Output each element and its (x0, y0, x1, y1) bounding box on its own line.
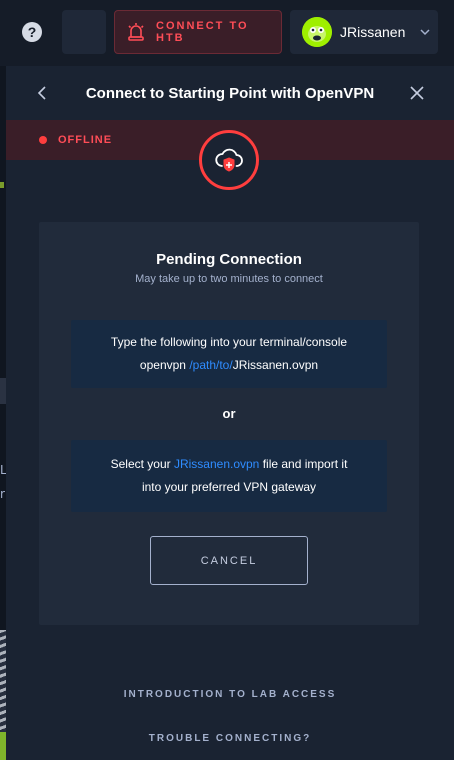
vpn-file-link[interactable]: JRissanen.ovpn (174, 457, 259, 471)
help-icon: ? (27, 24, 37, 40)
select-prefix: Select your (110, 457, 174, 471)
select-suffix: file and import it (259, 457, 348, 471)
status-dot (39, 136, 47, 144)
trouble-connecting-link[interactable]: TROUBLE CONNECTING? (6, 733, 454, 744)
user-name: JRissanen (340, 24, 406, 40)
command-path: /path/to/ (189, 358, 233, 372)
panel-title: Connect to Starting Point with OpenVPN (85, 84, 375, 102)
cloud-shield-icon (199, 130, 259, 190)
page: Lr ? CONNECT TO HTB JRissanen Connect to… (0, 0, 454, 760)
background-marker (0, 182, 4, 188)
status-text: OFFLINE (58, 134, 113, 146)
card-title: Pending Connection (156, 251, 302, 268)
or-divider: or (222, 406, 236, 421)
help-button[interactable]: ? (22, 22, 42, 42)
cancel-button[interactable]: CANCEL (150, 536, 308, 585)
terminal-instruction-text: Type the following into your terminal/co… (110, 335, 348, 349)
toolbar-square-button[interactable] (62, 10, 106, 54)
alarm-icon (127, 22, 145, 42)
openvpn-command: openvpn /path/to/JRissanen.ovpn (71, 354, 387, 377)
close-icon[interactable] (410, 86, 424, 100)
avatar (302, 17, 332, 47)
intro-lab-access-link[interactable]: INTRODUCTION TO LAB ACCESS (6, 689, 454, 700)
pending-connection-card: Pending Connection May take up to two mi… (39, 222, 419, 625)
back-icon[interactable] (34, 85, 50, 101)
card-subtitle: May take up to two minutes to connect (135, 273, 323, 285)
panel-header: Connect to Starting Point with OpenVPN (6, 66, 454, 120)
select-file-line-2: into your preferred VPN gateway (141, 480, 317, 494)
top-bar: ? CONNECT TO HTB JRissanen (0, 0, 454, 66)
terminal-instructions: Type the following into your terminal/co… (71, 320, 387, 388)
connect-to-htb-button[interactable]: CONNECT TO HTB (114, 10, 282, 54)
chevron-down-icon (419, 26, 431, 38)
user-menu-button[interactable]: JRissanen (290, 10, 438, 54)
command-file: JRissanen.ovpn (232, 358, 319, 372)
connect-label: CONNECT TO HTB (156, 20, 249, 44)
select-file-line: Select your JRissanen.ovpn file and impo… (71, 453, 387, 476)
command-prefix: openvpn (139, 358, 190, 372)
vpn-file-instructions: Select your JRissanen.ovpn file and impo… (71, 440, 387, 512)
connection-panel: Connect to Starting Point with OpenVPN O… (6, 66, 454, 760)
